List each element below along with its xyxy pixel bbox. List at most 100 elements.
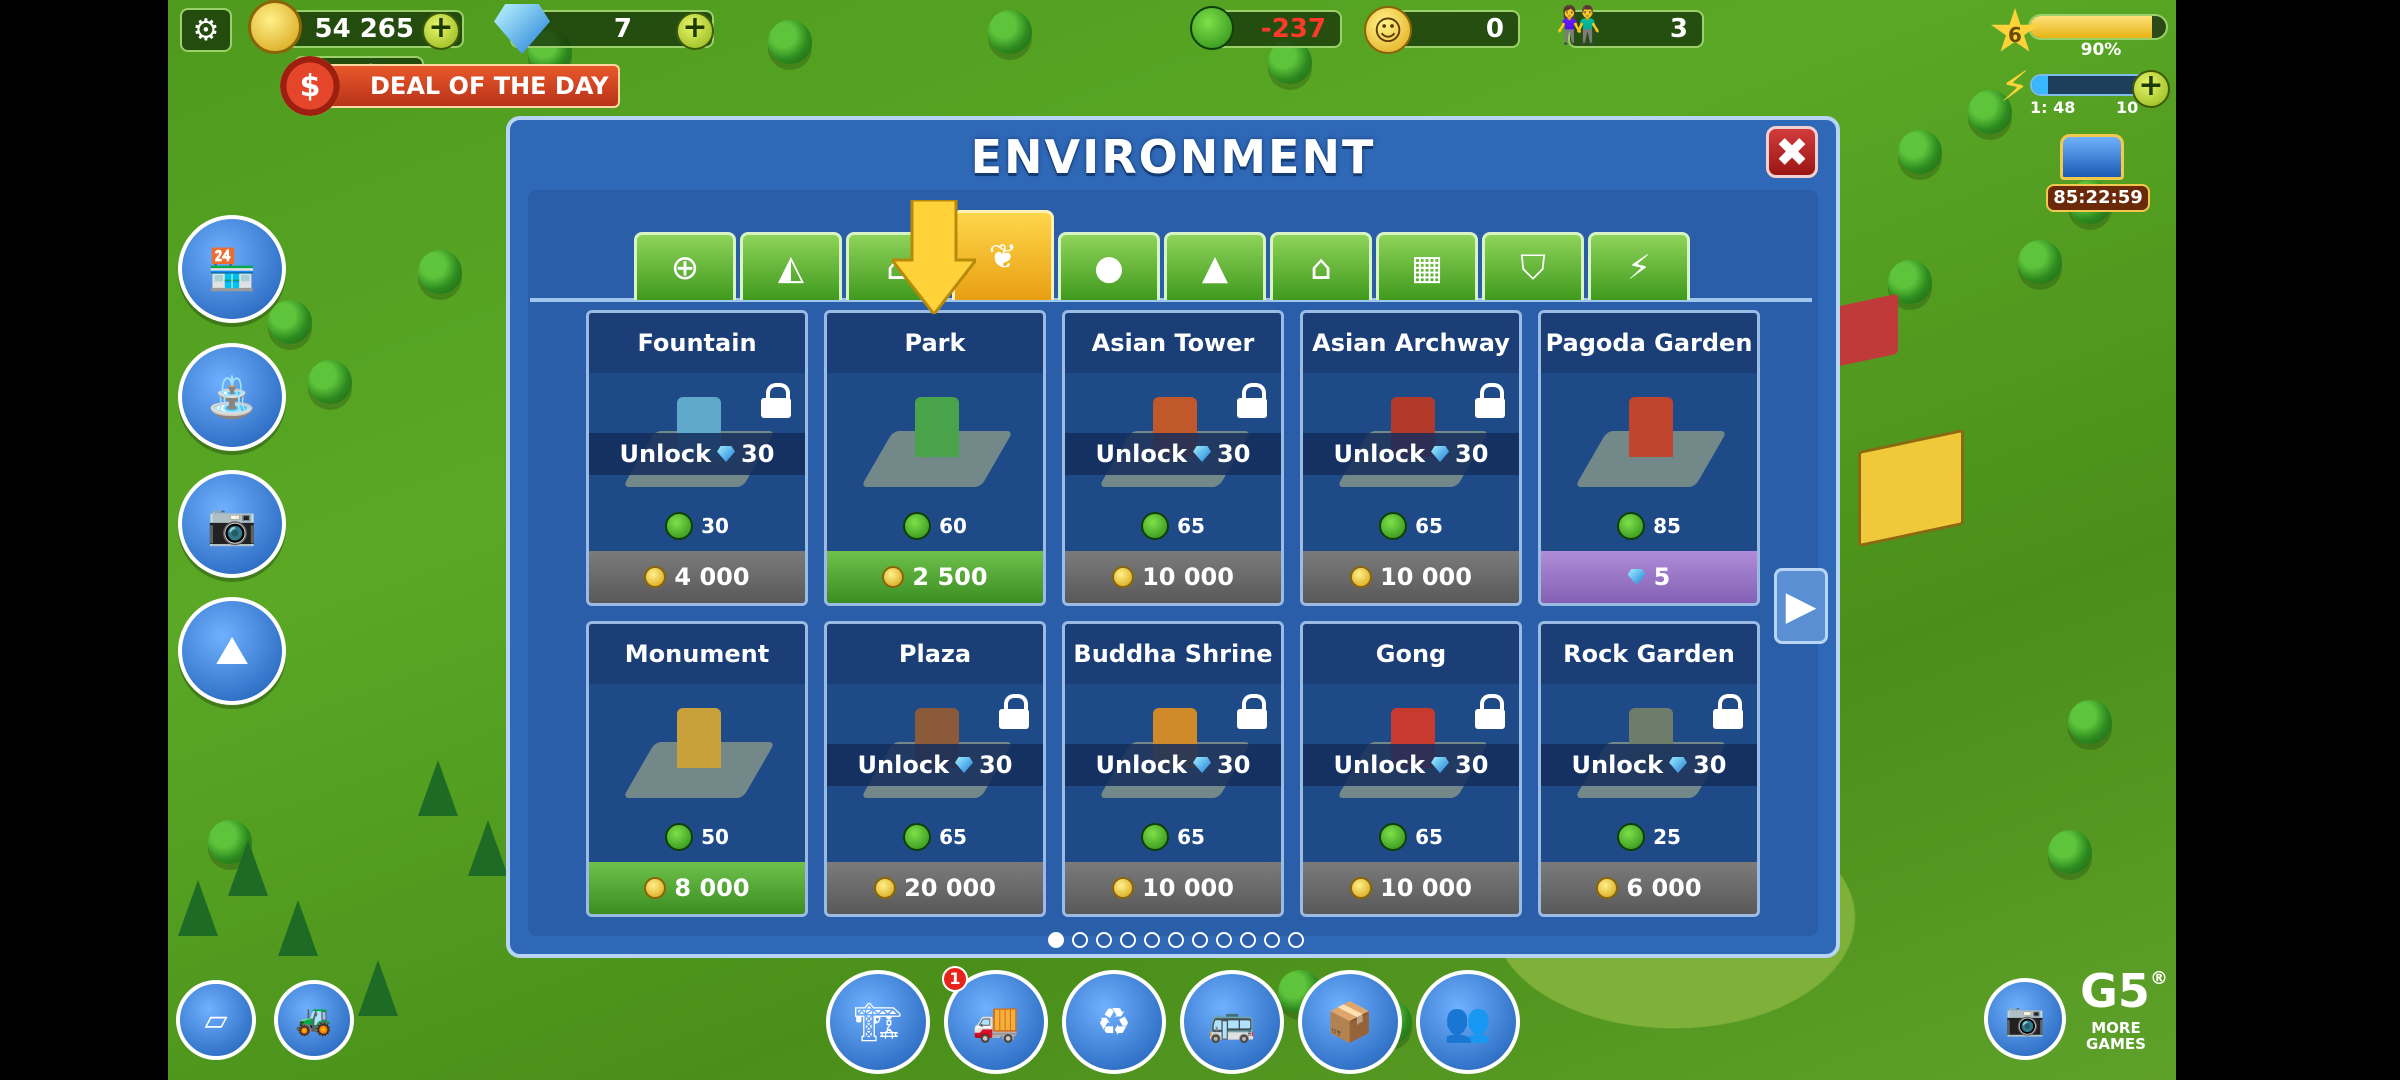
unlock-button[interactable]: Unlock 30 <box>827 744 1043 786</box>
red-building[interactable] <box>1838 293 1898 367</box>
eco-value: -237 <box>1260 14 1326 44</box>
tree-eco-icon <box>1379 512 1408 540</box>
item-card-park[interactable]: Park 60 2 500 <box>824 310 1046 606</box>
energy-timer: 1: 48 <box>2030 98 2076 117</box>
more-games-button[interactable]: G5 MORE GAMES ® <box>2062 968 2168 1068</box>
item-card-asian-tower[interactable]: Asian Tower Unlock 30 65 10 000 <box>1062 310 1284 606</box>
add-coins-button[interactable]: + <box>422 12 460 50</box>
buildings-menu-button[interactable]: 🏪 <box>178 215 286 323</box>
price-value: 10 000 <box>1380 874 1472 902</box>
price-button[interactable]: 20 000 <box>827 862 1043 914</box>
coin-icon <box>1350 566 1373 588</box>
roads-button[interactable]: ▱ <box>176 980 256 1060</box>
page-dot[interactable] <box>1264 932 1280 948</box>
bulldozer-button[interactable]: 🚜 <box>274 980 354 1060</box>
page-dot[interactable] <box>1168 932 1184 948</box>
page-dot[interactable] <box>1288 932 1304 948</box>
price-button[interactable]: 4 000 <box>589 551 805 603</box>
unlock-label: Unlock <box>857 751 950 779</box>
tab-bowling[interactable]: ● <box>1058 232 1160 300</box>
friends-button[interactable]: 👥 <box>1416 970 1520 1074</box>
recycle-icon: ♻ <box>1096 1000 1132 1044</box>
coin-icon <box>1596 877 1619 899</box>
eco-value-row: 50 <box>589 820 805 854</box>
price-value: 5 <box>1653 563 1671 591</box>
item-card-fountain[interactable]: Fountain Unlock 30 30 4 000 <box>586 310 808 606</box>
price-button[interactable]: 5 <box>1541 551 1757 603</box>
item-card-gong[interactable]: Gong Unlock 30 65 10 000 <box>1300 621 1522 917</box>
settings-button[interactable]: ⚙ <box>180 8 232 52</box>
treasure-chest-button[interactable]: 85:22:59 <box>2046 130 2150 212</box>
pine-tree-decoration <box>418 760 458 816</box>
item-name: Buddha Shrine <box>1065 624 1281 684</box>
price-button[interactable]: 10 000 <box>1065 862 1281 914</box>
item-card-plaza[interactable]: Plaza Unlock 30 65 20 000 <box>824 621 1046 917</box>
xp-percent-label: 90% <box>2080 40 2122 60</box>
page-dot[interactable] <box>1048 932 1064 948</box>
unlock-button[interactable]: Unlock 30 <box>1303 744 1519 786</box>
item-card-asian-archway[interactable]: Asian Archway Unlock 30 65 10 000 <box>1300 310 1522 606</box>
notification-badge: 1 <box>942 966 968 992</box>
tab-government-building[interactable]: ⌂ <box>1270 232 1372 300</box>
price-button[interactable]: 2 500 <box>827 551 1043 603</box>
camera-corner-button[interactable]: 📷 <box>1984 978 2066 1060</box>
more-games-label: MORE GAMES <box>2086 1019 2146 1053</box>
add-gems-button[interactable]: + <box>676 12 714 50</box>
coin-icon <box>644 877 667 899</box>
tree-decoration <box>988 10 1032 54</box>
item-card-monument[interactable]: Monument 50 8 000 <box>586 621 808 917</box>
lock-icon <box>997 694 1031 729</box>
coins-value: 54 265 <box>314 14 414 44</box>
price-button[interactable]: 10 000 <box>1065 551 1281 603</box>
page-dot[interactable] <box>1192 932 1208 948</box>
pine-tree-decoration <box>468 820 508 876</box>
price-button[interactable]: 10 000 <box>1303 862 1519 914</box>
tab-rocket[interactable]: ▲ <box>1164 232 1266 300</box>
page-dot[interactable] <box>1096 932 1112 948</box>
next-page-button[interactable]: ▶ <box>1774 568 1828 644</box>
tree-eco-icon <box>1379 823 1408 851</box>
eco-value-row: 60 <box>827 509 1043 543</box>
unlock-button[interactable]: Unlock 30 <box>1065 744 1281 786</box>
item-card-buddha-shrine[interactable]: Buddha Shrine Unlock 30 65 10 000 <box>1062 621 1284 917</box>
lock-body <box>1237 398 1267 418</box>
unlock-button[interactable]: Unlock 30 <box>1541 744 1757 786</box>
house-building[interactable] <box>1858 428 1964 548</box>
construction-button[interactable]: 🏗 <box>826 970 930 1074</box>
unlock-button[interactable]: Unlock 30 <box>1303 433 1519 475</box>
photo-button[interactable]: 📷 <box>178 470 286 578</box>
tab-shapes[interactable]: ◭ <box>740 232 842 300</box>
item-card-pagoda-garden[interactable]: Pagoda Garden 85 5 <box>1538 310 1760 606</box>
terrain-button[interactable]: ⛰ <box>178 597 286 705</box>
unlock-button[interactable]: Unlock 30 <box>1065 433 1281 475</box>
tab-shield-plus[interactable]: ⛉ <box>1482 232 1584 300</box>
price-button[interactable]: 10 000 <box>1303 551 1519 603</box>
transport-button[interactable]: 🚌 <box>1180 970 1284 1074</box>
page-dot[interactable] <box>1072 932 1088 948</box>
item-structure <box>1629 397 1673 457</box>
eco-value-row: 65 <box>1065 820 1281 854</box>
close-button[interactable]: ✖ <box>1766 126 1818 178</box>
eco-value-row: 65 <box>827 820 1043 854</box>
crane-icon: 🏗 <box>853 999 903 1044</box>
item-name: Rock Garden <box>1541 624 1757 684</box>
page-dot[interactable] <box>1144 932 1160 948</box>
page-dot[interactable] <box>1240 932 1256 948</box>
price-button[interactable]: 8 000 <box>589 862 805 914</box>
page-dot[interactable] <box>1120 932 1136 948</box>
tab-battery[interactable]: ⚡ <box>1588 232 1690 300</box>
price-button[interactable]: 6 000 <box>1541 862 1757 914</box>
lock-icon <box>1711 694 1745 729</box>
coin-icon <box>644 566 667 588</box>
lock-icon <box>1235 694 1269 729</box>
item-card-rock-garden[interactable]: Rock Garden Unlock 30 25 6 000 <box>1538 621 1760 917</box>
unlock-button[interactable]: Unlock 30 <box>589 433 805 475</box>
storage-button[interactable]: 📦 <box>1298 970 1402 1074</box>
decorations-menu-button[interactable]: ⛲ <box>178 343 286 451</box>
recycle-button[interactable]: ♻ <box>1062 970 1166 1074</box>
tree-icon: ❦ <box>988 236 1018 277</box>
page-dot[interactable] <box>1216 932 1232 948</box>
eco-value-row: 25 <box>1541 820 1757 854</box>
tab-factory[interactable]: ▦ <box>1376 232 1478 300</box>
tab-add-document[interactable]: ⊕ <box>634 232 736 300</box>
